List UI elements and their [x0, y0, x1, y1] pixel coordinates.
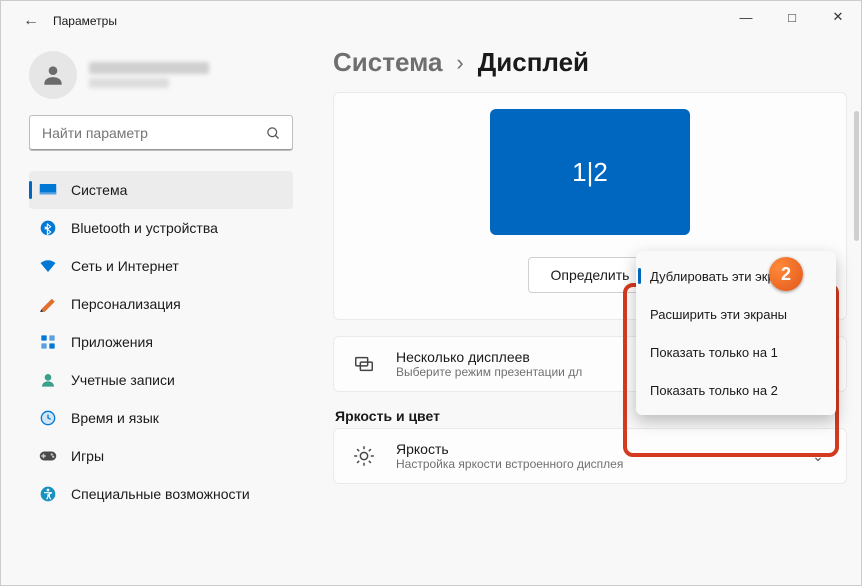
gaming-icon	[39, 447, 57, 465]
sidebar-item-apps[interactable]: Приложения	[29, 323, 293, 361]
brightness-title: Яркость	[396, 441, 788, 457]
minimize-button[interactable]: —	[723, 1, 769, 33]
chevron-right-icon: ›	[456, 50, 463, 76]
projection-option[interactable]: Дублировать эти экраны	[636, 257, 836, 295]
time-icon	[39, 409, 57, 427]
sidebar-item-network[interactable]: Сеть и Интернет	[29, 247, 293, 285]
account-name	[89, 62, 209, 88]
sidebar-item-label: Система	[71, 182, 127, 198]
brightness-row[interactable]: Яркость Настройка яркости встроенного ди…	[333, 428, 847, 484]
sidebar-item-label: Учетные записи	[71, 372, 175, 388]
chevron-down-icon: ⌄	[806, 448, 830, 465]
main-content: Система › Дисплей 1|2 Определить Дублиро…	[301, 41, 861, 585]
personalize-icon	[39, 295, 57, 313]
projection-option[interactable]: Показать только на 1	[636, 333, 836, 371]
settings-window: ← Параметры — □ ✕ СистемаB	[0, 0, 862, 586]
brightness-desc: Настройка яркости встроенного дисплея	[396, 457, 788, 471]
display-arrangement-card: 1|2 Определить Дублировать эти экраныРас…	[333, 92, 847, 320]
multiple-displays-icon	[350, 350, 378, 378]
sidebar-item-accounts[interactable]: Учетные записи	[29, 361, 293, 399]
sidebar: Система Bluetooth и устройства Сеть и Инте…	[1, 41, 301, 585]
sidebar-item-label: Время и язык	[71, 410, 159, 426]
search-box[interactable]	[29, 115, 293, 151]
sidebar-nav: Система Bluetooth и устройства Сеть и Инте…	[29, 171, 293, 513]
close-button[interactable]: ✕	[815, 1, 861, 33]
sidebar-item-time[interactable]: Время и язык	[29, 399, 293, 437]
maximize-button[interactable]: □	[769, 1, 815, 33]
annotation-badge: 2	[769, 257, 803, 291]
sidebar-item-gaming[interactable]: Игры	[29, 437, 293, 475]
breadcrumb: Система › Дисплей	[333, 47, 847, 78]
apps-icon	[39, 333, 57, 351]
bluetooth-icon	[39, 219, 57, 237]
sidebar-item-label: Bluetooth и устройства	[71, 220, 218, 236]
search-input[interactable]	[40, 124, 264, 142]
scrollbar[interactable]	[854, 111, 859, 241]
window-title: Параметры	[53, 14, 117, 28]
breadcrumb-parent[interactable]: Система	[333, 47, 442, 78]
access-icon	[39, 485, 57, 503]
account-block[interactable]	[29, 51, 293, 99]
sidebar-item-label: Игры	[71, 448, 104, 464]
back-button[interactable]: ←	[17, 7, 45, 35]
projection-dropdown[interactable]: Дублировать эти экраныРасширить эти экра…	[636, 251, 836, 415]
projection-option[interactable]: Показать только на 2	[636, 371, 836, 409]
titlebar: ← Параметры — □ ✕	[1, 1, 861, 41]
system-icon	[39, 181, 57, 199]
network-icon	[39, 257, 57, 275]
display-rect[interactable]: 1|2	[490, 109, 690, 235]
sidebar-item-label: Сеть и Интернет	[71, 258, 179, 274]
sidebar-item-bluetooth[interactable]: Bluetooth и устройства	[29, 209, 293, 247]
identify-button[interactable]: Определить	[528, 257, 653, 293]
sidebar-item-personalize[interactable]: Персонализация	[29, 285, 293, 323]
sidebar-item-label: Специальные возможности	[71, 486, 250, 502]
accounts-icon	[39, 371, 57, 389]
breadcrumb-current: Дисплей	[478, 47, 589, 78]
search-icon	[264, 124, 282, 142]
brightness-icon	[350, 442, 378, 470]
avatar-icon	[29, 51, 77, 99]
sidebar-item-label: Приложения	[71, 334, 153, 350]
sidebar-item-system[interactable]: Система	[29, 171, 293, 209]
sidebar-item-access[interactable]: Специальные возможности	[29, 475, 293, 513]
sidebar-item-label: Персонализация	[71, 296, 181, 312]
projection-option[interactable]: Расширить эти экраны	[636, 295, 836, 333]
